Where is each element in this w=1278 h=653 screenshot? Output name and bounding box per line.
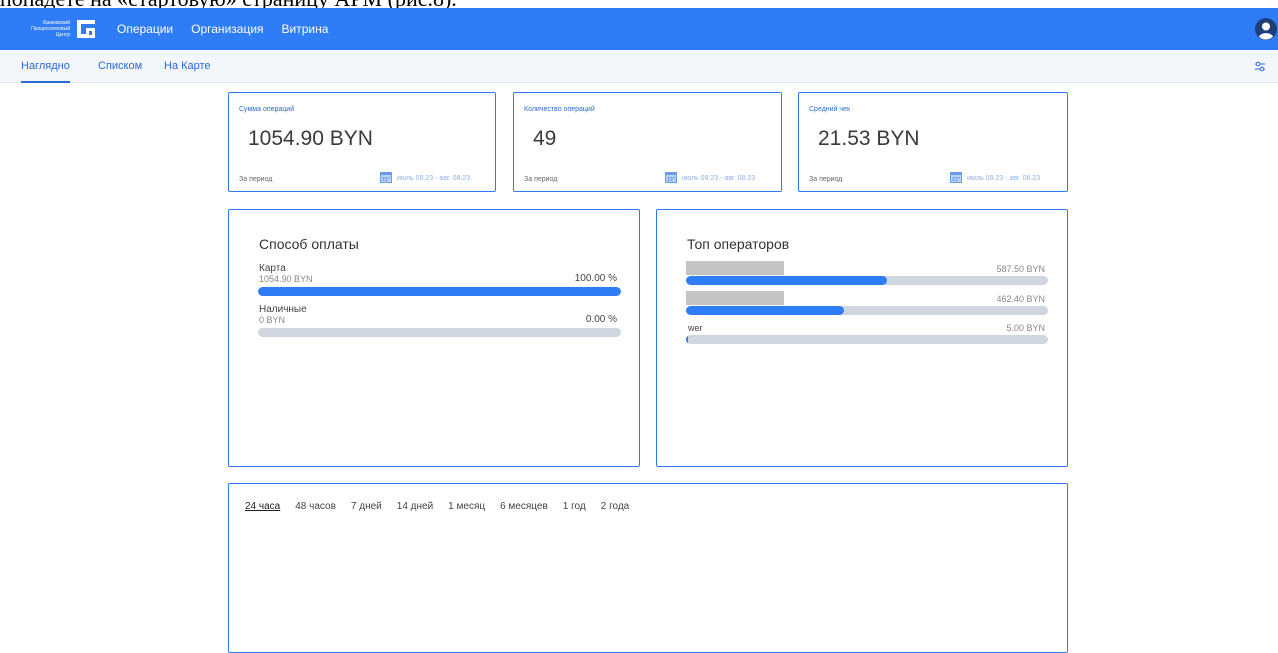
stat-value: 21.53 BYN [818, 127, 920, 150]
payment-amount: 1054.90 BYN [259, 274, 313, 284]
payment-name: Карта [259, 263, 286, 274]
nav-operations[interactable]: Операции [117, 22, 173, 36]
stat-card-operation-count: Количество операций 49 За период июль 09… [513, 92, 782, 192]
operator-amount: 5.00 BYN [1006, 323, 1045, 333]
stat-value: 49 [533, 127, 557, 150]
operator-name-redacted [686, 261, 784, 275]
calendar-icon[interactable] [950, 171, 962, 183]
panel-title: Способ оплаты [259, 236, 359, 252]
payment-bar [258, 328, 621, 337]
panel-title: Топ операторов [687, 236, 790, 252]
main-nav: Операции Организация Витрина [117, 8, 328, 50]
stat-label: Средний чек [809, 106, 851, 113]
stat-label: Сумма операций [239, 106, 295, 113]
tab-visual[interactable]: Наглядно [21, 50, 70, 83]
payment-method-panel: Способ оплаты Карта 1054.90 BYN 100.00 %… [228, 209, 640, 467]
top-bar: Банковский Процессинговый Центр Операции… [0, 8, 1278, 50]
stat-label: Количество операций [524, 106, 595, 113]
stat-value: 1054.90 BYN [248, 127, 373, 150]
operator-amount: 587.50 BYN [996, 264, 1045, 274]
document-text-fragment: попадете на «стартовую» страницу АРМ (ри… [0, 0, 1278, 8]
tab-map[interactable]: На Карте [164, 50, 211, 83]
operator-name-redacted [686, 291, 784, 305]
operator-bar [686, 335, 1048, 344]
stat-card-average-check: Средний чек 21.53 BYN За период июль 09.… [798, 92, 1068, 192]
operator-name: wer [688, 323, 703, 333]
payment-amount: 0 BYN [259, 315, 286, 325]
payment-name: Наличные [259, 304, 307, 315]
logo-mark-icon [77, 20, 95, 38]
payment-percent: 100.00 % [574, 273, 617, 284]
period-1y[interactable]: 1 год [563, 501, 586, 512]
stat-period-label: За период [239, 176, 273, 183]
nav-organization[interactable]: Организация [191, 22, 263, 36]
nav-showcase[interactable]: Витрина [282, 22, 329, 36]
stat-card-total-sum: Сумма операций 1054.90 BYN За период июл… [228, 92, 496, 192]
period-14d[interactable]: 14 дней [397, 501, 433, 512]
stat-date-range[interactable]: июль 09.23 - авг. 08.23 [967, 175, 1040, 182]
user-avatar-icon[interactable] [1254, 17, 1278, 41]
period-48h[interactable]: 48 часов [295, 501, 336, 512]
payment-percent: 0.00 % [585, 314, 617, 325]
calendar-icon[interactable] [380, 171, 392, 183]
operator-bar-fill [686, 276, 887, 285]
operator-bar [686, 306, 1048, 315]
document-caption: попадете на «стартовую» страницу АРМ (ри… [0, 0, 457, 8]
stat-date-range[interactable]: июль 09.23 - авг. 08.23 [682, 175, 755, 182]
payment-bar [258, 287, 621, 296]
calendar-icon[interactable] [665, 171, 677, 183]
period-6m[interactable]: 6 месяцев [500, 501, 548, 512]
operator-amount: 462.40 BYN [996, 294, 1045, 304]
operator-bar-fill [686, 306, 845, 315]
top-operators-panel: Топ операторов 587.50 BYN 462.40 BYN wer… [656, 209, 1068, 467]
logo[interactable]: Банковский Процессинговый Центр [22, 18, 96, 40]
period-7d[interactable]: 7 дней [351, 501, 382, 512]
tab-list[interactable]: Списком [98, 50, 142, 83]
payment-bar-fill [258, 287, 621, 296]
stat-period-label: За период [524, 176, 558, 183]
period-selector: 24 часа 48 часов 7 дней 14 дней 1 месяц … [245, 501, 629, 512]
stat-date-range[interactable]: июль 09.23 - авг. 08.23 [397, 175, 470, 182]
logo-text: Банковский Процессинговый Центр [31, 20, 70, 38]
view-tabs: Наглядно Списком На Карте [0, 50, 1278, 83]
filter-settings-icon[interactable] [1254, 61, 1266, 72]
period-24h[interactable]: 24 часа [245, 501, 280, 512]
operator-bar [686, 276, 1048, 285]
operator-bar-fill [686, 335, 689, 344]
stat-period-label: За период [809, 176, 843, 183]
period-2y[interactable]: 2 года [601, 501, 630, 512]
period-1m[interactable]: 1 месяц [448, 501, 485, 512]
timeline-panel: 24 часа 48 часов 7 дней 14 дней 1 месяц … [228, 483, 1068, 653]
